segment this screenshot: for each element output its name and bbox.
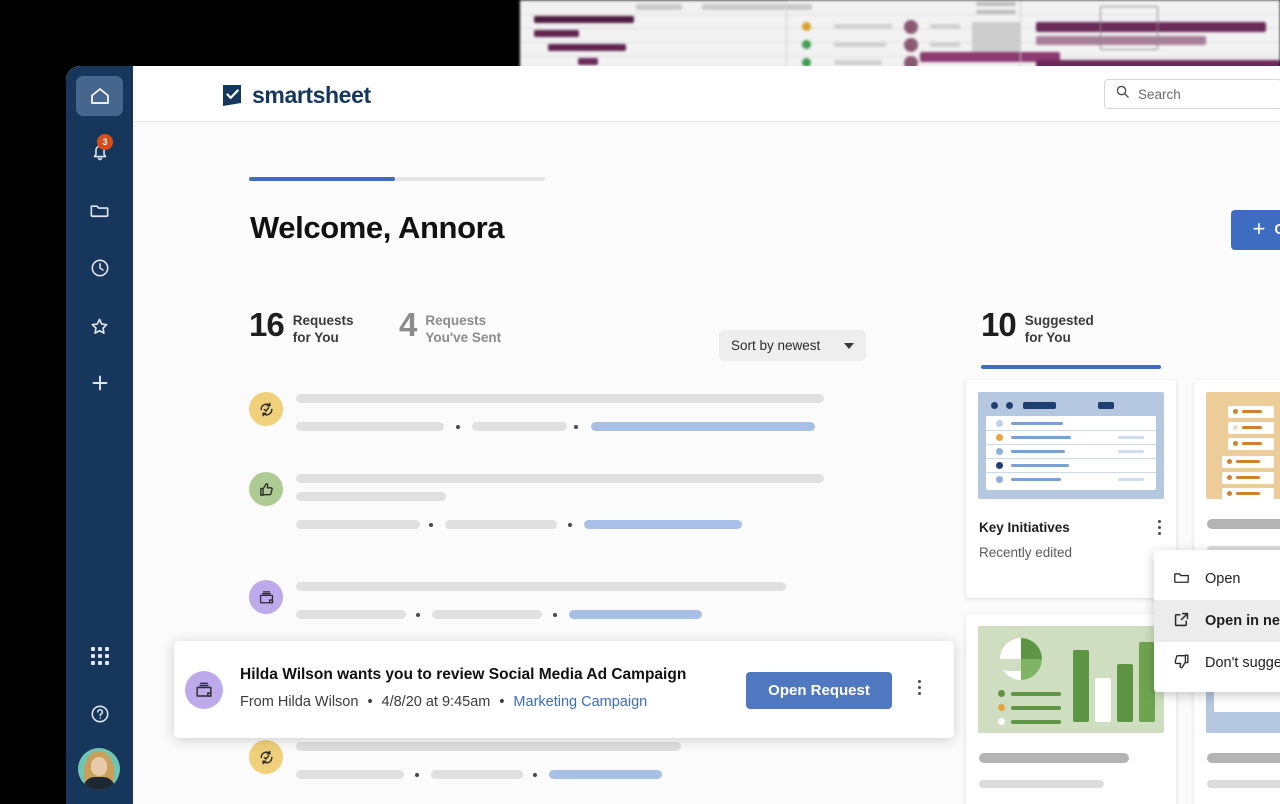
- context-menu: Open Open in new tab Don't suggest this: [1154, 550, 1280, 692]
- app-window: 3 smartsheet Search Welcome, Annora + C …: [66, 66, 1280, 804]
- sort-label: Sort by newest: [731, 338, 821, 353]
- notification-badge: 3: [97, 134, 113, 150]
- card-title-placeholder: [979, 753, 1129, 763]
- sidebar-item-apps[interactable]: [76, 636, 123, 676]
- card-title-placeholder: [1207, 519, 1280, 529]
- thumbnail-sheet-blue: [978, 392, 1164, 499]
- form-icon: [249, 580, 283, 614]
- folder-icon: [1172, 568, 1191, 591]
- brand-name: smartsheet: [252, 82, 371, 108]
- main-content: Welcome, Annora + Create 16 Requestsfor …: [133, 122, 1280, 804]
- star-icon: [88, 315, 111, 338]
- toast-separator: •: [367, 694, 373, 710]
- avatar[interactable]: [78, 748, 120, 790]
- chevron-down-icon: [844, 342, 855, 349]
- create-button-label: Create: [1274, 222, 1280, 238]
- smartsheet-logo-icon: [223, 85, 243, 106]
- menu-item-label: Open: [1205, 571, 1241, 587]
- folder-icon: [88, 199, 111, 222]
- card-subtitle-placeholder: [979, 780, 1104, 788]
- brand-logo[interactable]: smartsheet: [223, 82, 371, 109]
- form-icon: [185, 671, 223, 709]
- suggested-underline: [981, 365, 1161, 369]
- sidebar-item-notifications[interactable]: 3: [76, 132, 123, 172]
- toast-from: From Hilda Wilson: [240, 694, 359, 710]
- tab-requests-youve-sent[interactable]: 4 Requests You've Sent: [399, 306, 545, 357]
- thumbs-up-icon: [249, 472, 283, 506]
- plus-icon: [88, 371, 112, 395]
- create-button[interactable]: + Create: [1231, 210, 1280, 250]
- tab-count: 16: [249, 306, 285, 343]
- requests-tabs: 16 Requests for You 4 Requests You've Sent: [249, 306, 545, 357]
- search-input[interactable]: Search: [1104, 79, 1280, 109]
- top-bar: smartsheet Search: [133, 66, 1280, 122]
- suggested-header: 10 Suggested for You: [981, 306, 1094, 347]
- tab-count: 4: [399, 306, 417, 343]
- kebab-icon[interactable]: [918, 680, 921, 695]
- menu-item-label: Open in new tab: [1205, 613, 1280, 629]
- page-title: Welcome, Annora: [250, 210, 505, 245]
- list-item[interactable]: [249, 392, 829, 442]
- toast-meta: From Hilda Wilson • 4/8/20 at 9:45am • M…: [240, 694, 647, 710]
- menu-item-open[interactable]: Open: [1154, 558, 1280, 600]
- external-link-icon: [1172, 610, 1191, 633]
- open-request-label: Open Request: [768, 682, 870, 699]
- card-title: Key Initiatives: [979, 520, 1070, 535]
- screen: 3 smartsheet Search Welcome, Annora + C …: [0, 0, 1280, 804]
- sidebar-item-create[interactable]: [76, 363, 123, 403]
- toast-separator: •: [499, 694, 505, 710]
- requests-feed: [249, 392, 829, 804]
- menu-item-dont-suggest-this[interactable]: Don't suggest this: [1154, 642, 1280, 684]
- card-title-placeholder: [1207, 753, 1280, 763]
- menu-item-open-in-new-tab[interactable]: Open in new tab: [1154, 600, 1280, 642]
- approval-icon: [249, 740, 283, 774]
- apps-grid-icon: [90, 647, 109, 665]
- thumbs-down-icon: [1172, 652, 1191, 675]
- approval-icon: [249, 392, 283, 426]
- request-toast[interactable]: Hilda Wilson wants you to review Social …: [174, 641, 954, 738]
- left-nav-rail: 3: [66, 66, 133, 804]
- tab-active-underline: [249, 177, 395, 181]
- kebab-icon[interactable]: [1158, 520, 1161, 535]
- toast-title: Hilda Wilson wants you to review Social …: [240, 666, 687, 683]
- home-icon: [88, 84, 112, 108]
- help-icon: [89, 703, 111, 725]
- tab-label: Requests for You: [292, 313, 354, 346]
- list-item[interactable]: [249, 580, 829, 630]
- suggested-label: Suggested for You: [1024, 313, 1094, 346]
- sidebar-item-help[interactable]: [76, 694, 123, 734]
- suggested-count: 10: [981, 306, 1017, 343]
- card-subtitle-placeholder: [1207, 780, 1280, 788]
- sidebar-item-home[interactable]: [76, 76, 123, 116]
- sidebar-item-recents[interactable]: [76, 248, 123, 288]
- sort-dropdown[interactable]: Sort by newest: [719, 330, 867, 361]
- tab-label: Requests You've Sent: [425, 313, 502, 346]
- tab-requests-for-you[interactable]: 16 Requests for You: [249, 306, 399, 357]
- toast-timestamp: 4/8/20 at 9:45am: [381, 694, 491, 710]
- suggested-card-key-initiatives[interactable]: Key Initiatives Recently edited: [966, 380, 1176, 598]
- sidebar-item-browse[interactable]: [76, 190, 123, 230]
- thumbnail-dashboard-green: [978, 626, 1164, 733]
- card-subtitle: Recently edited: [979, 545, 1073, 560]
- list-item[interactable]: [249, 472, 829, 550]
- plus-icon: +: [1252, 216, 1266, 241]
- search-placeholder: Search: [1138, 86, 1181, 102]
- search-icon: [1115, 84, 1130, 104]
- tab-inactive-underline: [395, 177, 545, 181]
- open-request-button[interactable]: Open Request: [746, 672, 892, 709]
- clock-icon: [89, 257, 111, 279]
- background-sheet-preview: [520, 0, 1280, 68]
- toast-link[interactable]: Marketing Campaign: [513, 694, 647, 710]
- suggested-card-3[interactable]: [966, 614, 1176, 804]
- thumbnail-cards-orange: [1206, 392, 1280, 499]
- list-item[interactable]: [249, 740, 829, 790]
- sidebar-item-favorites[interactable]: [76, 306, 123, 346]
- menu-item-label: Don't suggest this: [1205, 655, 1280, 671]
